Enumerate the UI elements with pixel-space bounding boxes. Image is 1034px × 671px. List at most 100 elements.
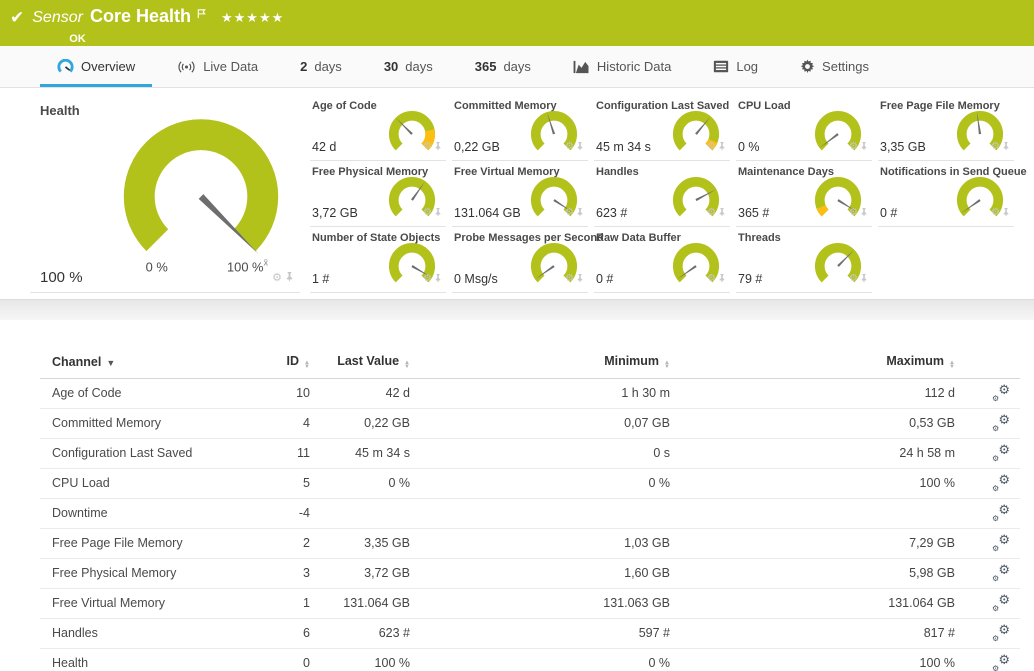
channel-gear-icon[interactable]: ⚙	[991, 208, 1000, 218]
tab-live-data[interactable]: Live Data	[156, 46, 279, 87]
channel-gauge-cell[interactable]: Age of Code 42 d ⚙	[310, 95, 446, 161]
column-header-id[interactable]: ID▲▼	[255, 346, 320, 378]
tab-30-days[interactable]: 30 days	[363, 46, 454, 87]
cell-id: 1	[255, 588, 320, 618]
channel-gauge-cell[interactable]: Notifications in Send Queue 0 # ⚙	[878, 161, 1014, 227]
channel-settings-icon[interactable]: ⚙⚙	[992, 534, 1010, 550]
cell-maximum: 5,98 GB	[680, 558, 965, 588]
cell-channel: Health	[40, 648, 255, 671]
pin-icon[interactable]	[718, 138, 726, 156]
pin-icon[interactable]	[285, 269, 294, 287]
table-row: Handles 6 623 # 597 # 817 # ⚙⚙	[40, 618, 1020, 648]
channel-gear-icon[interactable]: ⚙	[991, 142, 1000, 152]
channel-settings-icon[interactable]: ⚙⚙	[992, 414, 1010, 430]
pin-icon[interactable]	[718, 204, 726, 222]
channel-settings-icon[interactable]: ⚙⚙	[992, 504, 1010, 520]
channel-gear-icon[interactable]: ⚙	[272, 273, 282, 284]
tab-2-days[interactable]: 2 days	[279, 46, 363, 87]
column-header-minimum[interactable]: Minimum▲▼	[420, 346, 680, 378]
channel-gauge-cell[interactable]: Number of State Objects 1 # ⚙	[310, 227, 446, 293]
channel-gauge-cell[interactable]: Committed Memory 0,22 GB ⚙	[452, 95, 588, 161]
channel-gear-icon[interactable]: ⚙	[565, 208, 574, 218]
pin-icon[interactable]	[576, 270, 584, 288]
pin-icon[interactable]	[718, 270, 726, 288]
channel-settings-icon[interactable]: ⚙⚙	[992, 444, 1010, 460]
channel-gear-icon[interactable]: ⚙	[707, 208, 716, 218]
channel-settings-icon[interactable]: ⚙⚙	[992, 624, 1010, 640]
pin-icon[interactable]	[576, 138, 584, 156]
tab-log[interactable]: Log	[692, 46, 779, 87]
cell-channel: Free Virtual Memory	[40, 588, 255, 618]
channel-gear-icon[interactable]: ⚙	[707, 142, 716, 152]
table-row: Downtime -4 ⚙⚙	[40, 498, 1020, 528]
column-header-last-value[interactable]: Last Value▲▼	[320, 346, 420, 378]
channel-gauge-value: 0 Msg/s	[454, 272, 498, 286]
channel-settings-icon[interactable]: ⚙⚙	[992, 564, 1010, 580]
cell-maximum	[680, 498, 965, 528]
priority-stars[interactable]: ★★★★★	[221, 10, 284, 26]
channel-gear-icon[interactable]: ⚙	[707, 274, 716, 284]
cell-minimum: 1,60 GB	[420, 558, 680, 588]
sort-arrows-icon: ▲▼	[949, 361, 955, 369]
channel-gauge-cell[interactable]: CPU Load 0 % ⚙	[736, 95, 872, 161]
channel-gauge-cell[interactable]: Free Page File Memory 3,35 GB ⚙	[878, 95, 1014, 161]
tab-settings[interactable]: Settings	[779, 46, 890, 87]
cell-minimum: 0,07 GB	[420, 408, 680, 438]
channel-gear-icon[interactable]: ⚙	[565, 142, 574, 152]
channel-gauge-cell[interactable]: Free Virtual Memory 131.064 GB ⚙	[452, 161, 588, 227]
pin-icon[interactable]	[434, 270, 442, 288]
cell-minimum: 0 s	[420, 438, 680, 468]
channel-settings-icon[interactable]: ⚙⚙	[992, 384, 1010, 400]
channel-gauge-value: 3,35 GB	[880, 140, 926, 154]
tab-bar: Overview Live Data 2 days 30 days 365 da…	[0, 46, 1034, 88]
cell-channel: Downtime	[40, 498, 255, 528]
channel-gear-icon[interactable]: ⚙	[849, 208, 858, 218]
channel-gear-icon[interactable]: ⚙	[565, 274, 574, 284]
pin-icon[interactable]	[860, 138, 868, 156]
channel-gauge-cell[interactable]: Handles 623 # ⚙	[594, 161, 730, 227]
channel-settings-icon[interactable]: ⚙⚙	[992, 654, 1010, 670]
channel-gear-icon[interactable]: ⚙	[423, 274, 432, 284]
channel-gear-icon[interactable]: ⚙	[849, 142, 858, 152]
cell-maximum: 112 d	[680, 378, 965, 408]
pin-icon[interactable]	[860, 270, 868, 288]
channel-gauge-cell[interactable]: Probe Messages per Second 0 Msg/s ⚙	[452, 227, 588, 293]
cell-last-value: 42 d	[320, 378, 420, 408]
channel-settings-icon[interactable]: ⚙⚙	[992, 594, 1010, 610]
column-header-maximum[interactable]: Maximum▲▼	[680, 346, 965, 378]
sort-arrows-icon: ▲▼	[304, 361, 310, 369]
cell-maximum: 100 %	[680, 648, 965, 671]
live-signal-icon	[177, 60, 196, 74]
pin-icon[interactable]	[434, 138, 442, 156]
channel-gear-icon[interactable]: ⚙	[849, 274, 858, 284]
sort-caret-icon: ▼	[106, 358, 115, 368]
table-row: Health 0 100 % 0 % 100 % ⚙⚙	[40, 648, 1020, 671]
cell-last-value	[320, 498, 420, 528]
channel-gauge-cell[interactable]: Threads 79 # ⚙	[736, 227, 872, 293]
tab-365-days[interactable]: 365 days	[454, 46, 552, 87]
cell-minimum: 1 h 30 m	[420, 378, 680, 408]
channel-settings-icon[interactable]: ⚙⚙	[992, 474, 1010, 490]
column-header-channel[interactable]: Channel▼	[40, 346, 255, 378]
channel-gauge-value: 79 #	[738, 272, 762, 286]
tab-overview[interactable]: Overview	[36, 46, 156, 87]
cell-maximum: 24 h 58 m	[680, 438, 965, 468]
channel-gauge-cell[interactable]: Maintenance Days 365 # ⚙	[736, 161, 872, 227]
pin-icon[interactable]	[1002, 138, 1010, 156]
pin-icon[interactable]	[860, 204, 868, 222]
sort-arrows-icon: ▲▼	[664, 361, 670, 369]
pin-icon[interactable]	[576, 204, 584, 222]
sensor-name: Core Health	[90, 6, 191, 27]
tab-historic-data[interactable]: Historic Data	[552, 46, 692, 87]
channel-gauge-cell[interactable]: Configuration Last Saved 45 m 34 s ⚙	[594, 95, 730, 161]
flag-icon[interactable]	[196, 6, 207, 24]
cell-minimum	[420, 498, 680, 528]
pin-icon[interactable]	[434, 204, 442, 222]
pin-icon[interactable]	[1002, 204, 1010, 222]
channel-gear-icon[interactable]: ⚙	[423, 208, 432, 218]
channel-gauge-cell[interactable]: Free Physical Memory 3,72 GB ⚙	[310, 161, 446, 227]
health-gauge-cell[interactable]: Health 0 % 100 % x̄ 100 % ⚙	[30, 95, 300, 293]
channel-gear-icon[interactable]: ⚙	[423, 142, 432, 152]
channel-gauge-value: 0,22 GB	[454, 140, 500, 154]
channel-gauge-cell[interactable]: Raw Data Buffer 0 # ⚙	[594, 227, 730, 293]
